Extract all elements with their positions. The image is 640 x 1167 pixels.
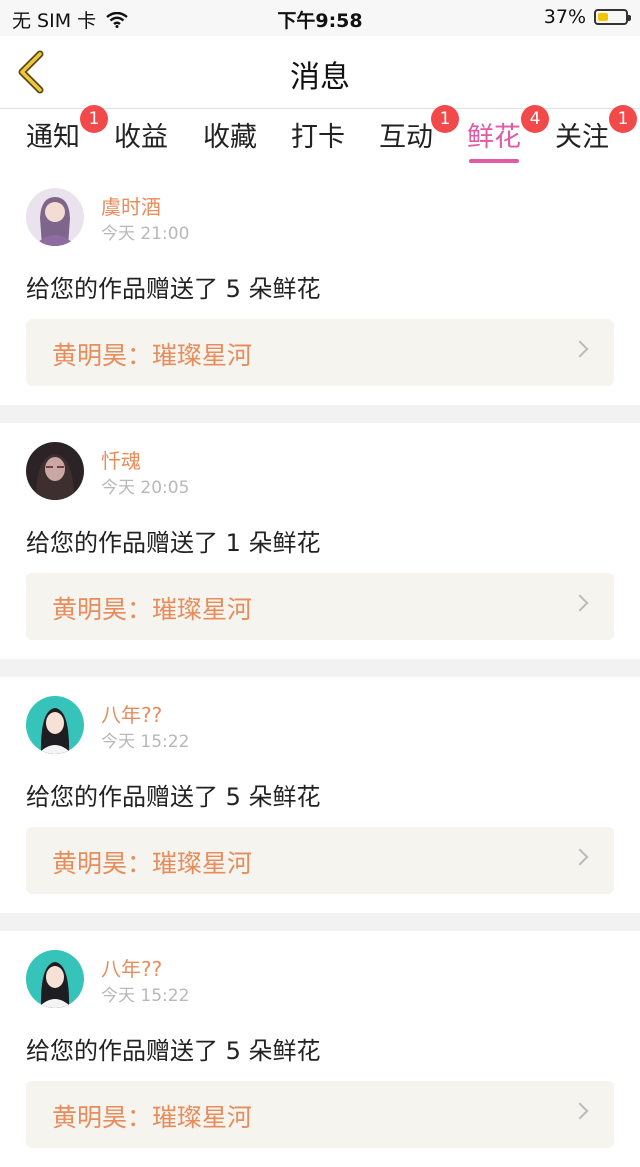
message-time: 今天 15:22 bbox=[101, 732, 190, 752]
message-card: 八年?? 今天 15:22 给您的作品赠送了 5 朵鲜花 黄明昊：璀璨星河 bbox=[0, 677, 640, 913]
tab-interactions[interactable]: 互动 1 bbox=[379, 105, 459, 165]
tab-label: 打卡 bbox=[291, 122, 345, 153]
work-title: 黄明昊：璀璨星河 bbox=[52, 1103, 253, 1132]
work-link[interactable]: 黄明昊：璀璨星河 bbox=[26, 1081, 614, 1148]
user-avatar-icon bbox=[26, 696, 84, 754]
message-text: 给您的作品赠送了 5 朵鲜花 bbox=[26, 1037, 321, 1065]
battery-percent: 37% bbox=[543, 6, 586, 28]
sender-name[interactable]: 虞时酒 bbox=[101, 191, 161, 220]
divider bbox=[0, 405, 640, 423]
avatar[interactable] bbox=[26, 188, 84, 246]
user-avatar-icon bbox=[26, 188, 84, 246]
tab-label: 关注 bbox=[555, 122, 609, 153]
tab-favorites[interactable]: 收藏 bbox=[203, 115, 257, 165]
status-right: 37% bbox=[543, 6, 631, 28]
chevron-right-icon bbox=[571, 848, 589, 866]
work-link[interactable]: 黄明昊：璀璨星河 bbox=[26, 319, 614, 386]
message-time: 今天 20:05 bbox=[101, 478, 190, 498]
sender-name[interactable]: 忏魂 bbox=[101, 445, 141, 474]
tab-flowers[interactable]: 鲜花 4 bbox=[467, 105, 549, 165]
avatar[interactable] bbox=[26, 950, 84, 1008]
chevron-right-icon bbox=[571, 594, 589, 612]
tab-checkin[interactable]: 打卡 bbox=[291, 115, 345, 165]
status-bar: 无 SIM 卡 下午9:58 37% bbox=[0, 0, 640, 36]
work-title: 黄明昊：璀璨星河 bbox=[52, 341, 253, 370]
avatar[interactable] bbox=[26, 442, 84, 500]
message-card: 虞时酒 今天 21:00 给您的作品赠送了 5 朵鲜花 黄明昊：璀璨星河 bbox=[0, 169, 640, 405]
tab-label: 收藏 bbox=[203, 122, 257, 153]
tab-badge: 1 bbox=[609, 105, 637, 133]
avatar[interactable] bbox=[26, 696, 84, 754]
tab-label: 通知 bbox=[26, 122, 80, 153]
tab-following[interactable]: 关注 1 bbox=[555, 105, 637, 165]
tab-label: 互动 bbox=[379, 122, 433, 153]
tab-earnings[interactable]: 收益 bbox=[114, 115, 168, 165]
sender-name[interactable]: 八年?? bbox=[101, 953, 162, 982]
tab-badge: 4 bbox=[521, 105, 549, 133]
active-tab-indicator bbox=[469, 159, 519, 163]
chevron-right-icon bbox=[571, 1102, 589, 1120]
page-title: 消息 bbox=[290, 60, 350, 95]
tab-bar: 通知 1 收益 收藏 打卡 互动 1 鲜花 4 关注 1 bbox=[0, 105, 640, 169]
chevron-right-icon bbox=[571, 340, 589, 358]
battery-icon bbox=[594, 9, 631, 25]
message-text: 给您的作品赠送了 5 朵鲜花 bbox=[26, 275, 321, 303]
tab-label: 鲜花 bbox=[467, 122, 521, 153]
battery-level bbox=[598, 13, 608, 21]
work-link[interactable]: 黄明昊：璀璨星河 bbox=[26, 827, 614, 894]
message-time: 今天 21:00 bbox=[101, 224, 190, 244]
divider bbox=[0, 913, 640, 931]
work-link[interactable]: 黄明昊：璀璨星河 bbox=[26, 573, 614, 640]
user-avatar-icon bbox=[26, 950, 84, 1008]
divider bbox=[0, 659, 640, 677]
sender-name[interactable]: 八年?? bbox=[101, 699, 162, 728]
message-text: 给您的作品赠送了 1 朵鲜花 bbox=[26, 529, 321, 557]
message-card: 忏魂 今天 20:05 给您的作品赠送了 1 朵鲜花 黄明昊：璀璨星河 bbox=[0, 423, 640, 659]
message-card: 八年?? 今天 15:22 给您的作品赠送了 5 朵鲜花 黄明昊：璀璨星河 bbox=[0, 931, 640, 1167]
tab-badge: 1 bbox=[431, 105, 459, 133]
tab-badge: 1 bbox=[80, 105, 108, 133]
work-title: 黄明昊：璀璨星河 bbox=[52, 595, 253, 624]
work-title: 黄明昊：璀璨星河 bbox=[52, 849, 253, 878]
message-text: 给您的作品赠送了 5 朵鲜花 bbox=[26, 783, 321, 811]
navigation-bar: 消息 bbox=[0, 36, 640, 109]
tab-label: 收益 bbox=[114, 122, 168, 153]
tab-notifications[interactable]: 通知 1 bbox=[26, 105, 108, 165]
message-time: 今天 15:22 bbox=[101, 986, 190, 1006]
user-avatar-icon bbox=[26, 442, 84, 500]
